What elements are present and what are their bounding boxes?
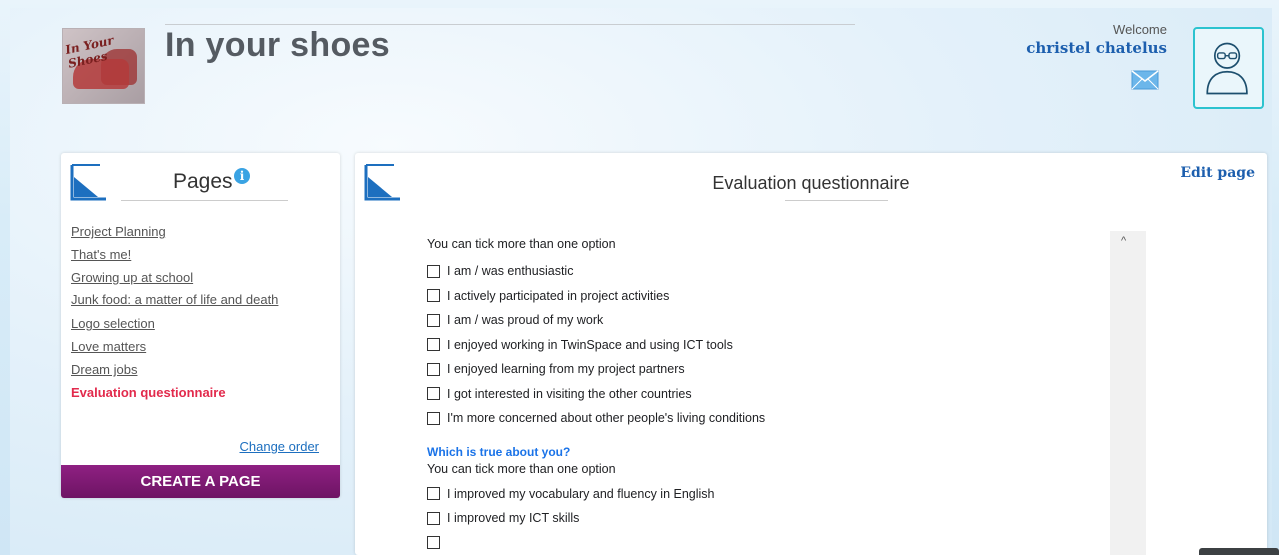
checkbox-option[interactable]: I am / was proud of my work [427, 308, 1087, 333]
checkbox[interactable] [427, 264, 440, 278]
welcome-label: Welcome [1113, 22, 1167, 37]
info-icon[interactable]: i [234, 168, 250, 184]
floating-widget[interactable] [1199, 548, 1279, 555]
checkbox-option[interactable]: I am / was enthusiastic [427, 259, 1087, 284]
page-list: Project Planning That's me! Growing up a… [71, 220, 326, 404]
title-divider [165, 24, 855, 25]
mail-icon[interactable] [1131, 70, 1159, 90]
user-avatar-icon [1206, 42, 1248, 95]
change-order-link[interactable]: Change order [240, 439, 320, 454]
scroll-up-icon[interactable]: ^ [1121, 235, 1126, 247]
site-logo[interactable]: In Your Shoes [62, 28, 145, 104]
checkbox[interactable] [427, 313, 440, 327]
page-title: Evaluation questionnaire [712, 173, 910, 193]
user-name-link[interactable]: christel chatelus [1026, 39, 1167, 57]
checkbox-option[interactable]: I improved my ICT skills [427, 506, 1087, 531]
section2-question: Which is true about you? [427, 444, 571, 459]
checkbox[interactable] [427, 362, 440, 376]
checkbox[interactable] [427, 387, 440, 401]
checkbox[interactable] [427, 487, 440, 501]
pages-heading-underline [121, 200, 288, 201]
form-document: You can tick more than one option I am /… [388, 231, 1110, 555]
form-scrollbar[interactable]: ^ [1110, 231, 1146, 555]
page-title-underline [785, 200, 888, 201]
section1-hint: You can tick more than one option [427, 237, 616, 251]
checkbox[interactable] [427, 511, 440, 525]
page-link-thats-me[interactable]: That's me! [71, 243, 326, 266]
corner-fold-icon [70, 164, 106, 201]
page-link-dream-jobs[interactable]: Dream jobs [71, 358, 326, 381]
checkbox[interactable] [427, 411, 440, 425]
checkbox-option[interactable] [427, 531, 1087, 555]
checkbox-option[interactable]: I'm more concerned about other people's … [427, 406, 1087, 431]
page-link-love-matters[interactable]: Love matters [71, 335, 326, 358]
page-link-evaluation-questionnaire[interactable]: Evaluation questionnaire [71, 381, 326, 404]
checkbox-option[interactable]: I actively participated in project activ… [427, 284, 1087, 309]
site-title: In your shoes [165, 26, 390, 64]
create-page-button[interactable]: CREATE A PAGE [61, 465, 340, 498]
section2-hint: You can tick more than one option [427, 461, 616, 476]
pages-panel: Pages i Project Planning That's me! Grow… [61, 153, 340, 498]
user-avatar[interactable] [1193, 27, 1264, 109]
page-link-logo-selection[interactable]: Logo selection [71, 312, 326, 335]
checkbox-option[interactable]: I improved my vocabulary and fluency in … [427, 482, 1087, 507]
checkbox-option[interactable]: I got interested in visiting the other c… [427, 382, 1087, 407]
embedded-form[interactable]: You can tick more than one option I am /… [388, 231, 1146, 555]
checkbox[interactable] [427, 536, 440, 550]
main-panel: Evaluation questionnaire Edit page You c… [355, 153, 1267, 555]
checkbox-option[interactable]: I enjoyed working in TwinSpace and using… [427, 333, 1087, 358]
pages-heading: Pages [173, 170, 233, 193]
page-link-junk-food[interactable]: Junk food: a matter of life and death [71, 291, 326, 309]
page-link-growing-up[interactable]: Growing up at school [71, 266, 326, 289]
page-link-project-planning[interactable]: Project Planning [71, 220, 326, 243]
checkbox-option[interactable]: I enjoyed learning from my project partn… [427, 357, 1087, 382]
edit-page-link[interactable]: Edit page [1180, 165, 1255, 181]
form-content: You can tick more than one option I am /… [427, 231, 1087, 555]
checkbox[interactable] [427, 289, 440, 303]
checkbox[interactable] [427, 338, 440, 352]
